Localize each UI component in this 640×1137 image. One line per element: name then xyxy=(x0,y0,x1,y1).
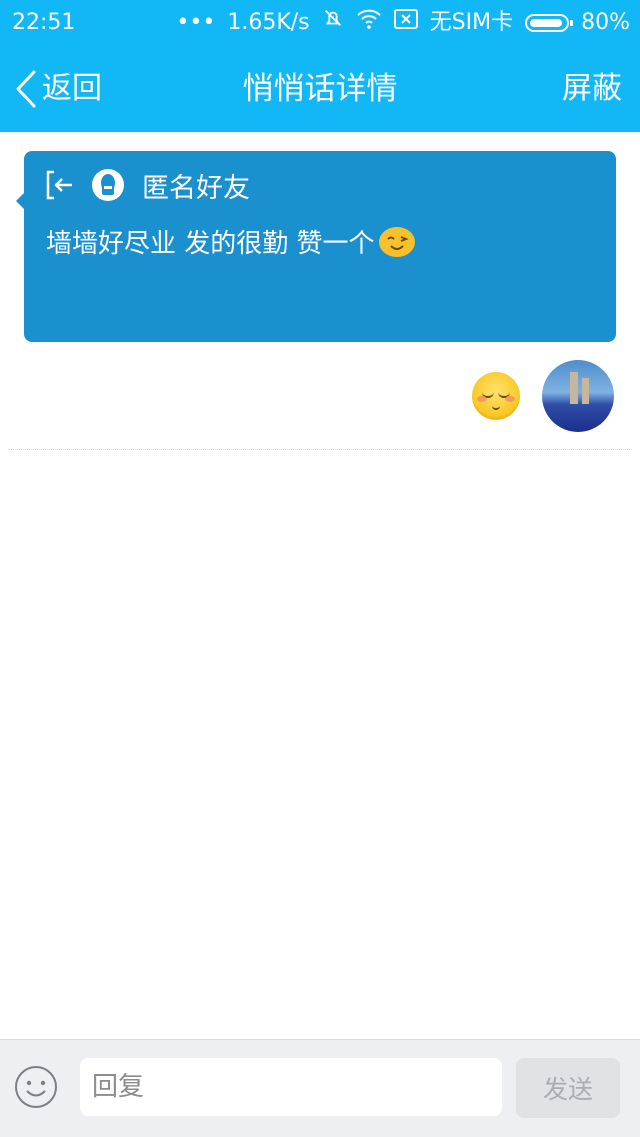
message-text: 墙墙好尽业 发的很勤 赞一个 xyxy=(46,229,375,259)
battery-level: 80% xyxy=(581,10,630,35)
exit-icon[interactable] xyxy=(42,168,76,202)
top-bar: 22:51 ••• 1.65K/s 无SIM卡 80% 返回 悄悄话详情 屏蔽 xyxy=(0,0,640,132)
anonymous-avatar-icon xyxy=(92,169,124,201)
wink-emoji-icon xyxy=(378,226,415,257)
battery-icon xyxy=(525,14,574,32)
sender-name: 匿名好友 xyxy=(142,172,250,204)
sim-icon xyxy=(393,0,418,46)
bell-muted-icon xyxy=(322,0,344,46)
wifi-icon xyxy=(356,0,382,46)
dots-icon: ••• xyxy=(176,10,216,35)
card-tail xyxy=(16,193,24,209)
emoji-button-icon[interactable] xyxy=(14,1065,58,1109)
status-time: 22:51 xyxy=(12,10,76,35)
shy-emoji-icon[interactable] xyxy=(472,372,520,420)
page-title: 悄悄话详情 xyxy=(242,71,398,107)
sim-status: 无SIM卡 xyxy=(429,10,514,35)
card-header: 匿名好友 xyxy=(42,167,250,204)
reply-input[interactable] xyxy=(80,1058,502,1116)
whisper-card[interactable]: 匿名好友 墙墙好尽业 发的很勤 赞一个 xyxy=(16,151,616,342)
nav-bar: 返回 悄悄话详情 屏蔽 xyxy=(0,46,640,132)
send-button[interactable]: 发送 xyxy=(516,1058,620,1118)
block-button[interactable]: 屏蔽 xyxy=(562,46,622,132)
reactions-row xyxy=(472,360,614,432)
screen: 22:51 ••• 1.65K/s 无SIM卡 80% 返回 悄悄话详情 屏蔽 … xyxy=(0,0,640,1137)
network-speed: 1.65K/s xyxy=(227,10,310,35)
divider xyxy=(8,449,632,450)
status-bar: 22:51 ••• 1.65K/s 无SIM卡 80% xyxy=(0,0,640,46)
message-text-row: 墙墙好尽业 发的很勤 赞一个 xyxy=(46,223,415,260)
user-avatar[interactable] xyxy=(542,360,614,432)
reply-bar: 发送 xyxy=(0,1039,640,1137)
status-right: ••• 1.65K/s 无SIM卡 80% xyxy=(176,0,630,46)
